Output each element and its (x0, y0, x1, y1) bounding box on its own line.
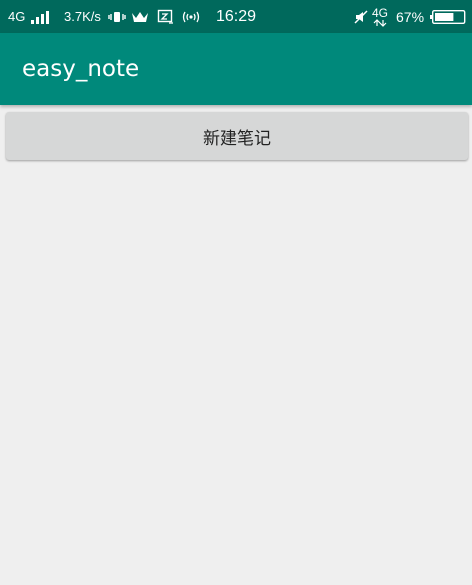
status-bar: 4G 3.7K/s 16:29 4G 67% (0, 0, 472, 33)
screenshot-icon (157, 0, 174, 33)
network-type: 4G (8, 9, 26, 24)
new-note-button[interactable]: 新建笔记 (6, 112, 468, 160)
vibrate-icon (108, 0, 126, 33)
net-speed: 3.7K/s (64, 9, 101, 24)
app-title: easy_note (22, 56, 140, 82)
signal-bars-icon (30, 0, 54, 33)
hotspot-icon (181, 0, 201, 33)
app-bar: easy_note (0, 33, 472, 105)
battery-icon (430, 0, 466, 33)
network-type-right: 4G (372, 5, 389, 20)
notes-list-area (0, 168, 472, 585)
data-arrows-icon: 4G (372, 0, 388, 33)
battery-percent: 67% (396, 8, 425, 25)
mute-icon (354, 0, 368, 33)
crown-icon (131, 0, 149, 33)
battery-fill (435, 12, 454, 21)
status-time: 16:29 (216, 7, 257, 25)
